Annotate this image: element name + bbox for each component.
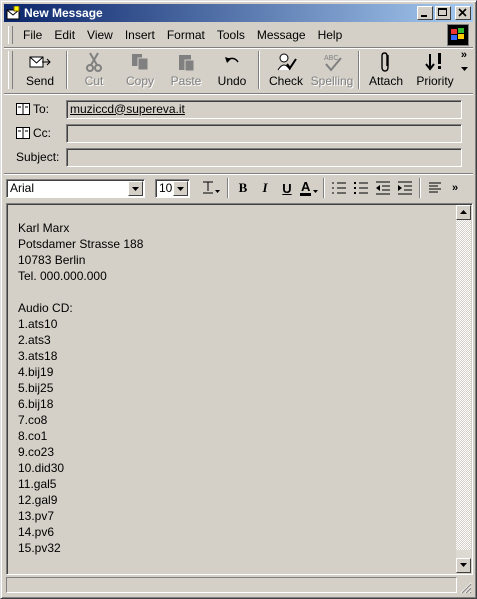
check-names-icon	[274, 51, 298, 73]
formatting-toolbar: Arial 10 B I U A »	[6, 176, 471, 200]
maximize-button[interactable]	[435, 6, 451, 20]
address-book-icon	[16, 103, 30, 115]
svg-text:A: A	[301, 180, 311, 194]
send-button[interactable]: Send	[17, 49, 63, 91]
status-panel	[6, 577, 457, 593]
format-separator	[227, 178, 229, 198]
scroll-up-button[interactable]	[456, 205, 471, 220]
menu-edit[interactable]: Edit	[48, 26, 81, 44]
subject-field[interactable]	[66, 147, 462, 167]
decrease-indent-icon	[376, 181, 390, 195]
toolbar-separator	[258, 51, 260, 89]
to-field[interactable]: muziccd@supereva.it	[66, 99, 462, 119]
scrollbar-track[interactable]	[456, 220, 471, 550]
increase-indent-icon	[398, 181, 412, 195]
cut-button[interactable]: Cut	[71, 49, 117, 91]
to-recipient[interactable]: muziccd@supereva.it	[70, 102, 185, 116]
close-button[interactable]	[455, 6, 471, 20]
underline-button[interactable]: U	[276, 177, 298, 199]
check-names-button[interactable]: Check	[263, 49, 309, 91]
windows-logo-icon	[447, 24, 469, 46]
spelling-button[interactable]: ABC Spelling	[309, 49, 355, 91]
paragraph-style-icon	[203, 181, 220, 194]
subject-label: Subject:	[16, 150, 60, 164]
align-left-icon	[429, 182, 441, 193]
to-label[interactable]: To:	[6, 102, 66, 116]
title-bar[interactable]: New Message	[4, 4, 473, 22]
to-row: To: muziccd@supereva.it	[6, 98, 462, 120]
priority-button[interactable]: Priority	[409, 49, 461, 91]
paragraph-style-button[interactable]	[198, 177, 224, 199]
message-window: New Message File Edit View Insert Format…	[0, 0, 477, 599]
menu-bar: File Edit View Insert Format Tools Messa…	[6, 24, 471, 46]
menu-insert[interactable]: Insert	[119, 26, 161, 44]
numbered-list-button[interactable]	[328, 177, 350, 199]
toolbar-more-button[interactable]: »	[461, 49, 467, 61]
decrease-indent-button[interactable]	[372, 177, 394, 199]
bulleted-list-icon	[354, 182, 368, 194]
subject-row: Subject:	[6, 146, 462, 168]
svg-text:ABC: ABC	[324, 55, 338, 62]
paperclip-icon	[374, 51, 398, 73]
resize-grip-icon[interactable]	[459, 581, 472, 594]
message-body[interactable]: Karl Marx Potsdamer Strasse 188 10783 Be…	[6, 203, 473, 575]
format-separator	[323, 178, 325, 198]
menu-format[interactable]: Format	[161, 26, 211, 44]
format-more-button[interactable]: »	[452, 182, 458, 194]
header-separator	[4, 173, 473, 175]
increase-indent-button[interactable]	[394, 177, 416, 199]
clipboard-icon	[174, 51, 198, 73]
copy-button[interactable]: Copy	[117, 49, 163, 91]
cc-label[interactable]: Cc:	[6, 126, 66, 140]
font-color-icon: A	[300, 180, 318, 196]
menu-view[interactable]: View	[81, 26, 119, 44]
minimize-button[interactable]	[417, 6, 433, 20]
menu-message[interactable]: Message	[251, 26, 312, 44]
message-body-text[interactable]: Karl Marx Potsdamer Strasse 188 10783 Be…	[18, 220, 143, 556]
toolbar-separator-line	[4, 93, 473, 95]
font-size-select[interactable]: 10	[155, 178, 190, 198]
italic-button[interactable]: I	[254, 177, 276, 199]
attach-button[interactable]: Attach	[363, 49, 409, 91]
main-toolbar: Send Cut Copy Paste Undo Check ABC Spell…	[6, 49, 471, 91]
menu-file[interactable]: File	[17, 26, 48, 44]
menu-help[interactable]: Help	[312, 26, 349, 44]
undo-icon	[220, 51, 244, 73]
toolbar-grip[interactable]	[8, 51, 13, 89]
send-icon	[28, 51, 52, 73]
status-bar	[4, 575, 473, 595]
menu-grip[interactable]	[8, 26, 13, 44]
chevron-down-icon[interactable]	[173, 180, 188, 196]
address-book-icon	[16, 127, 30, 139]
font-select[interactable]: Arial	[6, 178, 145, 198]
toolbar-separator	[358, 51, 360, 89]
toolbar-separator	[66, 51, 68, 89]
scroll-down-button[interactable]	[456, 558, 471, 573]
chevron-down-icon[interactable]	[128, 180, 143, 196]
cc-field[interactable]	[66, 123, 462, 143]
format-separator	[419, 178, 421, 198]
menu-tools[interactable]: Tools	[211, 26, 251, 44]
undo-button[interactable]: Undo	[209, 49, 255, 91]
window-title: New Message	[24, 6, 103, 20]
copy-icon	[128, 51, 152, 73]
scissors-icon	[82, 51, 106, 73]
cc-row: Cc:	[6, 122, 462, 144]
bulleted-list-button[interactable]	[350, 177, 372, 199]
font-color-button[interactable]: A	[298, 177, 320, 199]
paste-button[interactable]: Paste	[163, 49, 209, 91]
priority-icon	[423, 51, 447, 73]
spelling-icon: ABC	[320, 51, 344, 73]
numbered-list-icon	[332, 182, 346, 194]
priority-dropdown-icon[interactable]	[461, 67, 469, 73]
bold-button[interactable]: B	[232, 177, 254, 199]
new-message-icon	[6, 6, 20, 20]
vertical-scrollbar[interactable]	[456, 205, 471, 573]
align-left-button[interactable]	[424, 177, 446, 199]
